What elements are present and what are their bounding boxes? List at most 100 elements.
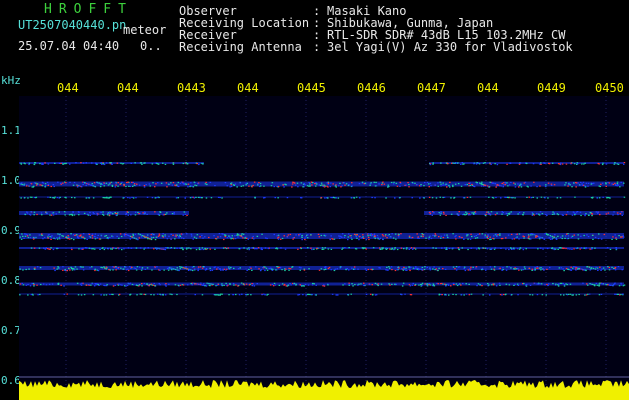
signal-dot: [281, 237, 284, 240]
signal-dot: [499, 284, 501, 286]
signal-dot: [234, 238, 237, 240]
signal-dot: [178, 235, 180, 237]
signal-dot: [432, 163, 434, 165]
signal-dot: [547, 182, 550, 184]
signal-dot: [330, 235, 332, 237]
signal-dot: [420, 184, 422, 186]
signal-dot: [576, 182, 578, 184]
signal-dot: [23, 184, 25, 186]
signal-dot: [614, 182, 616, 184]
signal-dot: [388, 283, 390, 285]
signal-dot: [440, 211, 442, 213]
signal-dot: [495, 233, 497, 235]
time-tick-2: 044: [117, 81, 139, 95]
signal-dot: [584, 215, 586, 217]
signal-dot: [288, 267, 290, 269]
signal-dot: [374, 185, 377, 187]
signal-dot: [609, 284, 612, 286]
signal-dot: [313, 248, 315, 250]
signal-dot: [131, 236, 133, 238]
signal-dot: [615, 247, 617, 249]
signal-dot: [91, 266, 93, 268]
signal-dot: [87, 214, 90, 216]
signal-dot: [225, 269, 227, 271]
signal-dot: [453, 197, 455, 199]
signal-dot: [454, 236, 456, 238]
signal-dot: [283, 235, 285, 237]
signal-dot: [308, 185, 311, 187]
signal-dot: [216, 284, 219, 286]
signal-dot: [162, 235, 164, 237]
signal-dot: [439, 212, 441, 214]
signal-dot: [484, 236, 486, 238]
signal-dot: [557, 283, 560, 285]
signal-dot: [488, 284, 490, 286]
signal-dot: [385, 197, 387, 199]
signal-dot: [505, 269, 508, 271]
signal-dot: [470, 233, 472, 235]
signal-dot: [421, 285, 423, 287]
signal-dot: [265, 267, 268, 269]
signal-dot: [127, 282, 129, 284]
signal-dot: [99, 186, 102, 188]
signal-dot: [363, 237, 365, 239]
signal-dot: [299, 233, 301, 235]
signal-dot: [29, 214, 32, 216]
signal-dot: [139, 234, 142, 236]
signal-dot: [562, 268, 564, 270]
signal-dot: [286, 236, 289, 238]
signal-dot: [320, 197, 323, 199]
signal-dot: [230, 183, 232, 185]
signal-dot: [439, 181, 441, 183]
signal-dot: [597, 212, 599, 214]
signal-dot: [260, 269, 262, 271]
signal-dot: [59, 233, 61, 235]
signal-dot: [357, 284, 359, 286]
signal-dot: [614, 234, 616, 236]
signal-dot: [172, 162, 175, 164]
signal-dot: [101, 267, 104, 269]
signal-dot: [441, 294, 443, 296]
signal-dot: [470, 266, 472, 268]
time-tick-3: 0443: [177, 81, 206, 95]
signal-dot: [544, 233, 546, 235]
signal-dot: [438, 236, 440, 238]
signal-dot: [30, 247, 33, 249]
signal-dot: [41, 233, 43, 235]
signal-dot: [126, 284, 129, 287]
signal-dot: [576, 162, 579, 164]
signal-dot: [263, 185, 265, 187]
signal-dot: [334, 197, 336, 199]
signal-dot: [596, 267, 599, 269]
signal-dot: [605, 183, 607, 185]
signal-dot: [493, 248, 496, 250]
signal-dot: [47, 183, 50, 185]
signal-dot: [591, 248, 593, 250]
signal-dot: [257, 183, 259, 185]
signal-dot: [448, 184, 450, 186]
signal-dot: [324, 197, 326, 199]
signal-dot: [249, 266, 251, 268]
signal-dot: [22, 269, 24, 271]
signal-dot: [573, 234, 575, 236]
signal-dot: [520, 186, 523, 188]
signal-dot: [429, 269, 432, 271]
signal-dot: [528, 238, 531, 240]
signal-dot: [548, 163, 551, 165]
signal-dot: [607, 181, 609, 184]
signal-dot: [493, 269, 496, 271]
signal-dot: [143, 293, 145, 295]
signal-dot: [437, 283, 439, 285]
signal-dot: [180, 233, 183, 235]
signal-dot: [200, 282, 202, 284]
signal-dot: [452, 162, 454, 164]
signal-dot: [203, 283, 205, 285]
signal-dot: [171, 293, 173, 296]
signal-dot: [245, 184, 247, 186]
signal-dot: [22, 235, 24, 237]
signal-dot: [267, 247, 270, 250]
signal-dot: [531, 268, 534, 270]
time-tick-8: 044: [477, 81, 499, 95]
signal-dot: [232, 184, 235, 186]
signal-dot: [385, 234, 387, 236]
